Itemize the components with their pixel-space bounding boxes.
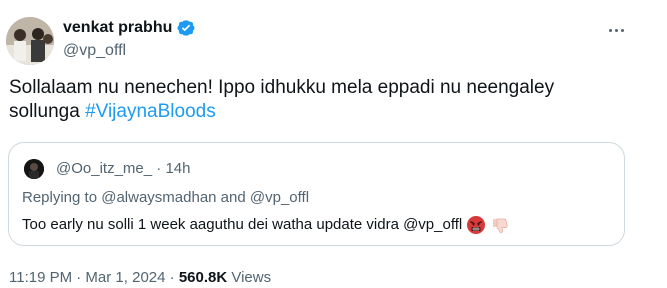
quoted-text-line: Too early nu solli 1 week aaguthu dei wa… (22, 215, 510, 235)
quoted-header: @Oo_itz_me_ · 14h (56, 159, 190, 179)
replying-to-line: Replying to @alwaysmadhan and @vp_offl (22, 188, 309, 208)
tweet-text: Sollalaam nu nenechen! Ippo idhukku mela… (9, 76, 629, 124)
tweet-meta: 11:19 PM · Mar 1, 2024 · 560.8K Views (9, 268, 271, 288)
replying-prefix: Replying to (22, 189, 102, 206)
quoted-tweet[interactable]: @Oo_itz_me_ · 14h Replying to @alwaysmad… (8, 142, 625, 246)
hashtag-link[interactable]: #VijaynaBloods (85, 101, 216, 122)
quoted-text: Too early nu solli 1 week aaguthu dei wa… (22, 216, 463, 233)
reply-and: and (216, 189, 250, 206)
enraged-face-icon (466, 215, 486, 235)
views-count: 560.8K (178, 269, 228, 286)
verified-badge-icon (176, 18, 196, 38)
separator-dot: · (152, 160, 166, 177)
reply-user-1[interactable]: @alwaysmadhan (101, 189, 216, 206)
reply-user-2[interactable]: @vp_offl (250, 189, 309, 206)
author-avatar[interactable] (6, 17, 54, 65)
thumbs-down-icon (490, 215, 510, 235)
tweet-timestamp[interactable]: 11:19 PM · Mar 1, 2024 · (9, 269, 179, 286)
views-label: Views (227, 269, 272, 286)
quoted-avatar[interactable] (24, 159, 44, 179)
author-handle[interactable]: @vp_offl (63, 41, 126, 61)
more-horizontal-icon[interactable] (604, 23, 628, 37)
quoted-handle[interactable]: @Oo_itz_me_ (56, 160, 152, 177)
display-name-text: venkat prabhu (63, 19, 173, 36)
author-display-name[interactable]: venkat prabhu (63, 18, 196, 38)
avatar-photo (6, 17, 54, 65)
quoted-time[interactable]: 14h (165, 160, 190, 177)
